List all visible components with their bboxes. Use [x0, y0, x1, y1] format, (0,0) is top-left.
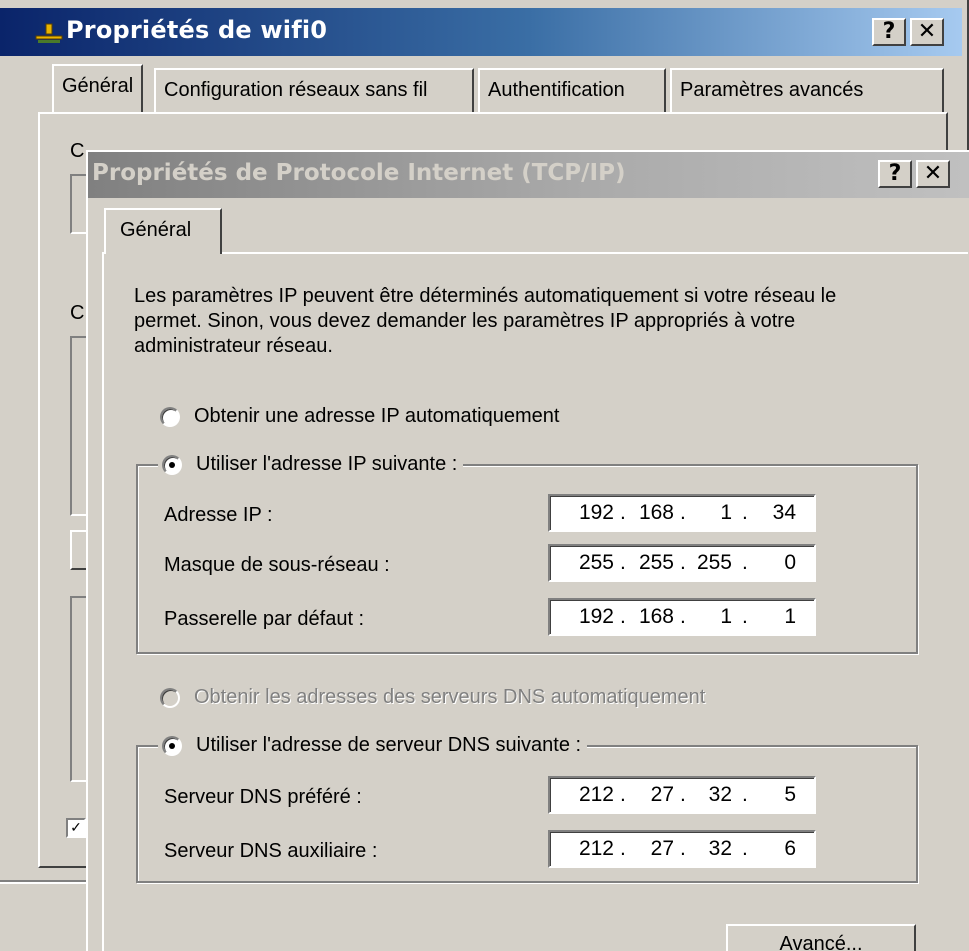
radio-button-disabled	[160, 687, 180, 708]
octet: 1	[784, 605, 796, 628]
advanced-button[interactable]: Avancé...	[726, 924, 916, 951]
radio-button-checked[interactable]	[162, 454, 182, 475]
octet: 32	[708, 783, 732, 806]
partial-label-connect: C	[70, 140, 85, 162]
octet: 1	[720, 605, 732, 628]
partial-label-components: C	[70, 302, 85, 324]
tab-configuration-reseaux[interactable]: Configuration réseaux sans fil	[154, 68, 474, 112]
close-button[interactable]: ✕	[910, 18, 944, 46]
network-connection-icon	[35, 23, 63, 43]
octet: 192	[578, 605, 614, 628]
octet: 255	[578, 551, 614, 574]
dns-auto-label: Obtenir les adresses des serveurs DNS au…	[194, 686, 706, 708]
ip-address-field[interactable]: 192. 168. 1. 34	[548, 494, 816, 532]
gateway-field[interactable]: 192. 168. 1. 1	[548, 598, 816, 636]
ip-manual-radio[interactable]: Utiliser l'adresse IP suivante :	[158, 453, 464, 476]
octet: 5	[784, 783, 796, 806]
ip-auto-label: Obtenir une adresse IP automatiquement	[194, 405, 560, 427]
show-icon-checkbox[interactable]: ✓	[66, 818, 86, 838]
subnet-mask-label: Masque de sous-réseau :	[164, 554, 390, 576]
octet: 168	[638, 501, 674, 524]
tab-general[interactable]: Général	[104, 208, 222, 254]
wifi-properties-title: Propriétés de wifi0	[66, 16, 328, 44]
octet: 34	[772, 501, 796, 524]
tab-authentification[interactable]: Authentification	[478, 68, 666, 112]
radio-button-checked[interactable]	[162, 735, 182, 756]
octet: 212	[578, 837, 614, 860]
octet: 27	[650, 837, 674, 860]
dns-auto-radio: Obtenir les adresses des serveurs DNS au…	[160, 686, 712, 709]
octet: 212	[578, 783, 614, 806]
dns-manual-label: Utiliser l'adresse de serveur DNS suivan…	[196, 734, 582, 756]
help-button[interactable]: ?	[872, 18, 906, 46]
octet: 255	[638, 551, 674, 574]
wifi-properties-titlebar[interactable]: Propriétés de wifi0 ? ✕	[0, 8, 962, 56]
radio-button[interactable]	[160, 406, 180, 427]
dns-manual-radio[interactable]: Utiliser l'adresse de serveur DNS suivan…	[158, 734, 588, 757]
intro-text: Les paramètres IP peuvent être déterminé…	[134, 285, 837, 357]
octet: 6	[784, 837, 796, 860]
alternate-dns-label: Serveur DNS auxiliaire :	[164, 840, 378, 862]
tcpip-title: Propriétés de Protocole Internet (TCP/IP…	[92, 160, 626, 186]
octet: 168	[638, 605, 674, 628]
close-button[interactable]: ✕	[916, 160, 950, 188]
tab-general[interactable]: Général	[52, 64, 144, 112]
preferred-dns-field[interactable]: 212. 27. 32. 5	[548, 776, 816, 814]
ip-address-label: Adresse IP :	[164, 504, 273, 526]
alternate-dns-field[interactable]: 212. 27. 32. 6	[548, 830, 816, 868]
octet: 255	[696, 551, 732, 574]
ip-auto-radio[interactable]: Obtenir une adresse IP automatiquement	[160, 405, 566, 428]
preferred-dns-label: Serveur DNS préféré :	[164, 786, 362, 808]
octet: 192	[578, 501, 614, 524]
octet: 1	[720, 501, 732, 524]
ip-manual-label: Utiliser l'adresse IP suivante :	[196, 453, 458, 475]
tab-parametres-avances[interactable]: Paramètres avancés	[670, 68, 944, 112]
divider-highlight	[0, 882, 92, 884]
octet: 32	[708, 837, 732, 860]
tcpip-titlebar[interactable]: Propriétés de Protocole Internet (TCP/IP…	[88, 152, 969, 198]
help-button[interactable]: ?	[878, 160, 912, 188]
octet: 27	[650, 783, 674, 806]
octet: 0	[784, 551, 796, 574]
subnet-mask-field[interactable]: 255. 255. 255. 0	[548, 544, 816, 582]
gateway-label: Passerelle par défaut :	[164, 608, 365, 630]
